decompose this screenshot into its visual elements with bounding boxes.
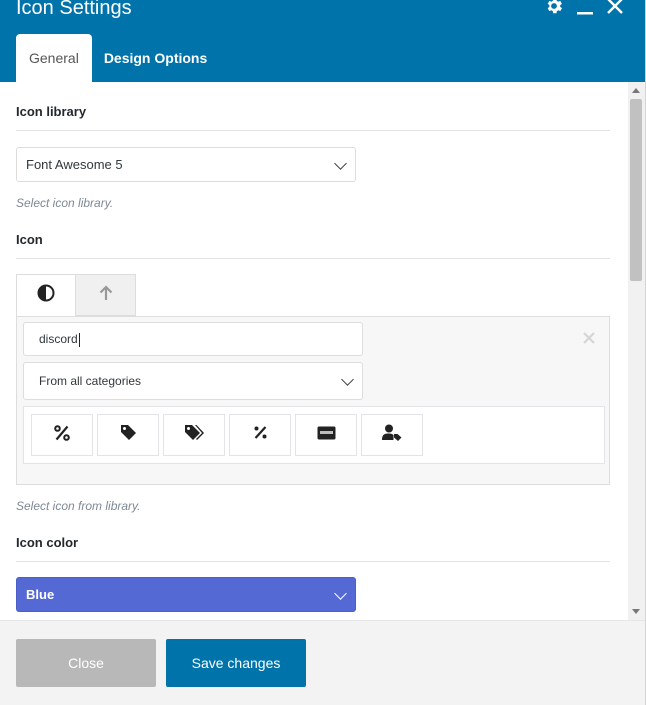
credit-card-icon (317, 426, 336, 445)
minimize-icon[interactable] (576, 0, 594, 16)
scroll-up-arrow-icon[interactable] (632, 88, 640, 93)
arrow-up-icon (99, 284, 113, 306)
text-caret (78, 332, 80, 347)
icon-library-label: Icon library (16, 104, 87, 119)
divider (16, 130, 610, 131)
tags-icon (184, 424, 205, 446)
vertical-scrollbar[interactable] (628, 82, 645, 620)
scroll-down-arrow-icon[interactable] (632, 609, 640, 614)
icon-search-input[interactable]: discord (23, 322, 363, 356)
tab-icon-upload[interactable] (76, 274, 136, 316)
icon-result[interactable] (295, 414, 357, 456)
tab-general[interactable]: General (16, 34, 92, 82)
half-circle-icon (37, 284, 55, 307)
icon-color-label: Icon color (16, 535, 79, 550)
icon-color-value: Blue (26, 587, 55, 602)
chevron-down-icon (341, 373, 354, 386)
settings-panel: Icon library Font Awesome 5 Select icon … (0, 82, 628, 620)
percentage-icon (254, 426, 267, 444)
scrollbar-thumb[interactable] (630, 99, 642, 281)
close-icon[interactable] (606, 0, 624, 16)
divider (16, 561, 610, 562)
dialog-footer: Close Save changes (0, 620, 646, 705)
tab-bar: General Design Options (16, 34, 220, 82)
chevron-down-icon (334, 156, 347, 170)
icon-library-select[interactable]: Font Awesome 5 (16, 147, 356, 182)
icon-category-value: From all categories (39, 374, 142, 388)
gear-icon[interactable] (544, 0, 564, 16)
icon-result[interactable] (31, 414, 93, 456)
icon-result[interactable] (361, 414, 423, 456)
window-controls (544, 0, 624, 16)
tab-icon-library[interactable] (16, 274, 76, 316)
icon-search-value: discord (39, 332, 78, 346)
divider (16, 258, 610, 259)
window-title: Icon Settings (16, 0, 132, 19)
icon-library-value: Font Awesome 5 (26, 157, 123, 172)
user-tag-icon (382, 424, 402, 446)
icon-helper: Select icon from library. (16, 499, 141, 513)
icon-picker-tabs (16, 274, 136, 316)
icon-result[interactable] (163, 414, 225, 456)
icon-library-helper: Select icon library. (16, 196, 114, 210)
close-button[interactable]: Close (16, 639, 156, 687)
tab-design-options[interactable]: Design Options (92, 34, 220, 82)
icon-result[interactable] (97, 414, 159, 456)
icon-results-grid (23, 406, 605, 464)
icon-result[interactable] (229, 414, 291, 456)
percent-icon (54, 424, 70, 446)
tag-icon (120, 424, 137, 446)
icon-picker: discord From all categories (16, 316, 610, 485)
icon-color-select[interactable]: Blue (16, 577, 356, 612)
chevron-down-icon (334, 586, 347, 600)
icon-category-select[interactable]: From all categories (23, 362, 363, 400)
icon-label: Icon (16, 232, 43, 247)
window-header: Icon Settings General Design Options (0, 0, 646, 82)
save-changes-button[interactable]: Save changes (166, 639, 306, 687)
clear-search-icon[interactable] (583, 331, 595, 344)
